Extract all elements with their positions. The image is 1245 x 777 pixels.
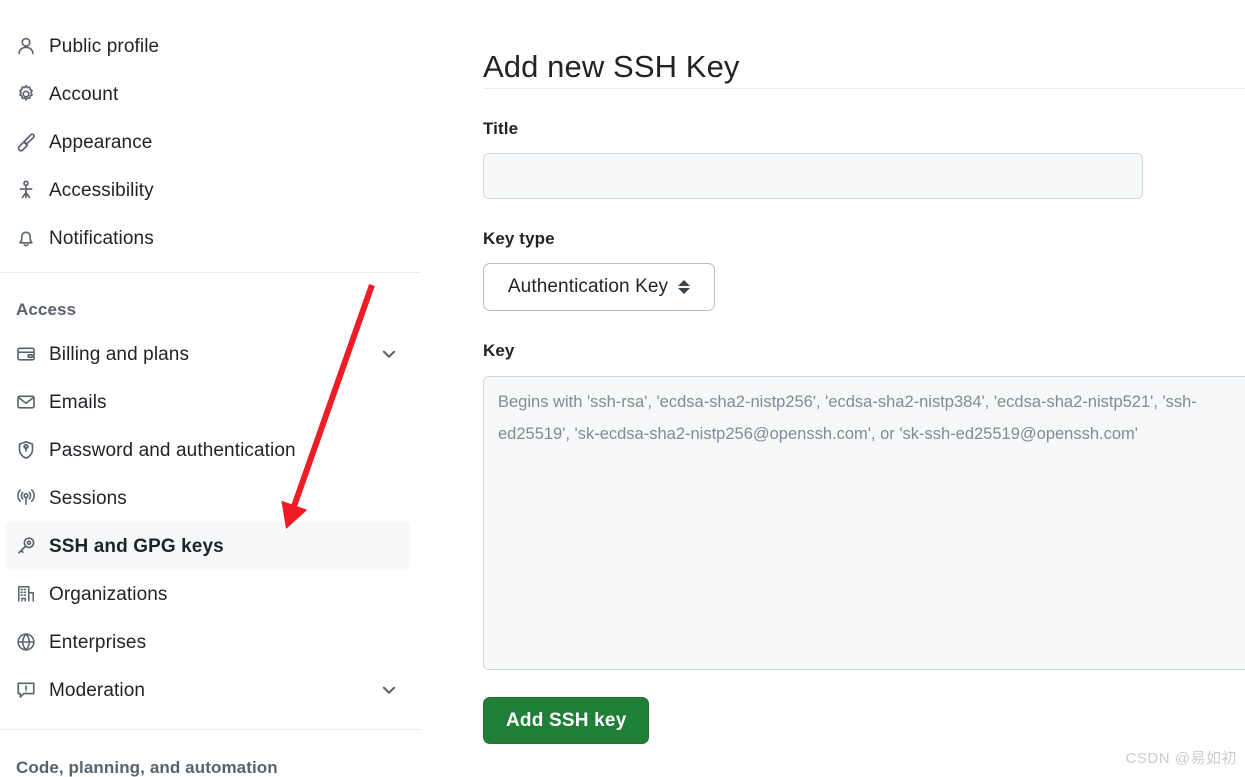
accessibility-icon — [16, 180, 36, 200]
sidebar-section-code-planning-label: Code, planning, and automation — [16, 758, 278, 777]
sidebar-item-label: Emails — [49, 391, 107, 413]
key-icon — [16, 536, 36, 556]
add-ssh-key-button[interactable]: Add SSH key — [483, 697, 650, 744]
main-content: Add new SSH Key Title Key type Authentic… — [483, 0, 1245, 777]
sidebar-bottom-group: Code, planning, and automation — [0, 748, 421, 777]
person-icon — [16, 36, 36, 56]
chevron-down-icon[interactable] — [380, 345, 398, 363]
sidebar-item-emails[interactable]: Emails — [5, 378, 410, 426]
sidebar-item-accessibility[interactable]: Accessibility — [5, 166, 410, 214]
settings-sidebar: Public profile Account Appearance Access… — [0, 0, 421, 777]
sidebar-item-notifications[interactable]: Notifications — [5, 214, 410, 262]
key-field-label: Key — [483, 341, 515, 360]
sidebar-item-appearance[interactable]: Appearance — [5, 118, 410, 166]
sidebar-item-label: Moderation — [49, 679, 146, 701]
sidebar-item-label: Organizations — [49, 583, 168, 605]
sidebar-item-public-profile[interactable]: Public profile — [5, 22, 410, 70]
title-input[interactable] — [483, 153, 1143, 199]
sidebar-top-group: Public profile Account Appearance Access… — [0, 22, 421, 262]
sidebar-item-label: Billing and plans — [49, 343, 190, 365]
sidebar-divider-bottom — [0, 729, 421, 730]
sidebar-item-label: Public profile — [49, 35, 160, 57]
sidebar-item-ssh-and-gpg-keys[interactable]: SSH and GPG keys — [5, 522, 410, 570]
key-type-selected-value: Authentication Key — [507, 276, 669, 297]
credit-card-icon — [16, 344, 36, 364]
bell-icon — [16, 228, 36, 248]
mail-icon — [16, 392, 36, 412]
select-updown-icon — [678, 280, 691, 294]
sidebar-item-label: Password and authentication — [49, 439, 296, 461]
sidebar-access-group: Access Billing and plans Emails Password… — [0, 290, 421, 714]
shield-lock-icon — [16, 440, 36, 460]
paintbrush-icon — [16, 132, 36, 152]
broadcast-icon — [16, 488, 36, 508]
sidebar-item-label: Appearance — [49, 131, 153, 153]
settings-page: Public profile Account Appearance Access… — [0, 0, 1245, 777]
watermark: CSDN @易如初 — [1125, 750, 1237, 767]
sidebar-item-moderation[interactable]: Moderation — [5, 666, 410, 714]
key-type-select[interactable]: Authentication Key — [483, 263, 715, 311]
sidebar-item-label: Notifications — [49, 227, 154, 249]
sidebar-item-sessions[interactable]: Sessions — [5, 474, 410, 522]
globe-icon — [16, 632, 36, 652]
chevron-down-icon[interactable] — [380, 681, 398, 699]
sidebar-section-access-label: Access — [16, 300, 77, 319]
organization-icon — [16, 584, 36, 604]
sidebar-item-label: SSH and GPG keys — [49, 535, 224, 557]
title-divider — [483, 88, 1245, 89]
sidebar-item-organizations[interactable]: Organizations — [5, 570, 410, 618]
sidebar-item-label: Sessions — [49, 487, 127, 509]
sidebar-divider-top — [0, 272, 421, 273]
page-title: Add new SSH Key — [483, 48, 740, 84]
sidebar-item-account[interactable]: Account — [5, 70, 410, 118]
sidebar-item-label: Accessibility — [49, 179, 154, 201]
sidebar-item-password-and-authentication[interactable]: Password and authentication — [5, 426, 410, 474]
sidebar-item-label: Account — [49, 83, 119, 105]
title-field-label: Title — [483, 119, 519, 138]
key-type-field-label: Key type — [483, 229, 555, 248]
sidebar-item-label: Enterprises — [49, 631, 147, 653]
gear-icon — [16, 84, 36, 104]
key-textarea[interactable] — [483, 376, 1245, 670]
report-icon — [16, 680, 36, 700]
sidebar-item-billing-and-plans[interactable]: Billing and plans — [5, 330, 410, 378]
sidebar-item-enterprises[interactable]: Enterprises — [5, 618, 410, 666]
